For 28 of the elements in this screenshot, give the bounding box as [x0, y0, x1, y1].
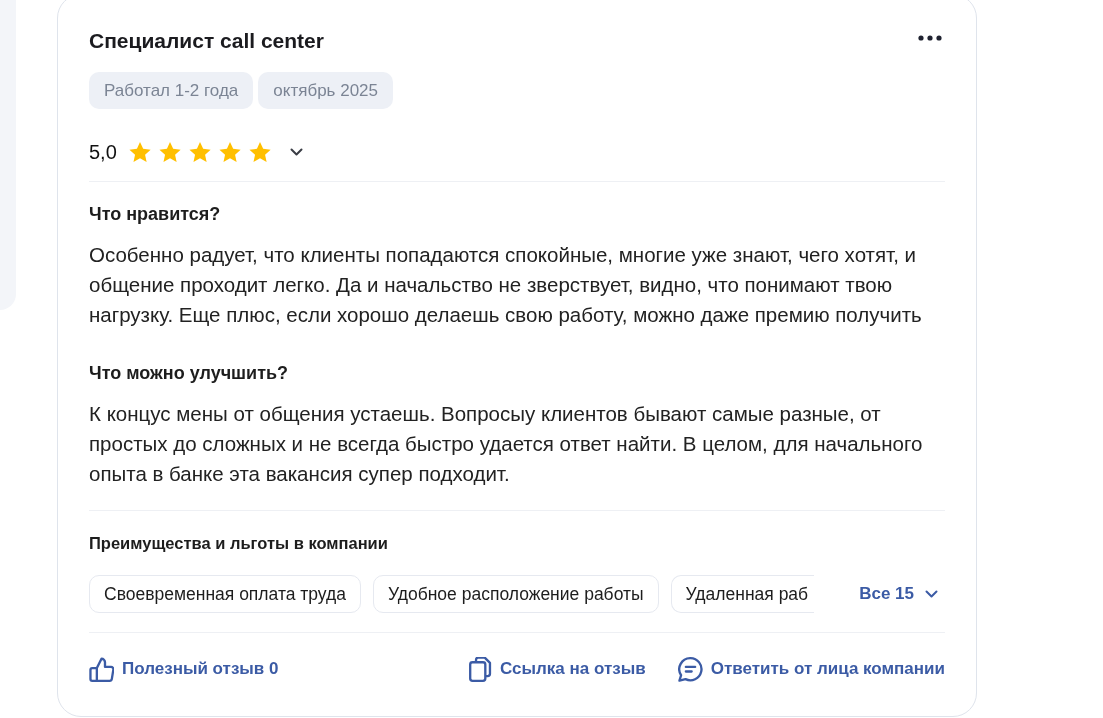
more-icon	[918, 35, 942, 41]
star-icon	[188, 141, 211, 163]
review-tag: Работал 1-2 года	[89, 72, 254, 109]
reply-button[interactable]: Ответить от лица компании	[677, 656, 945, 682]
rating-value: 5,0	[89, 140, 117, 165]
review-title: Специалист call center	[89, 28, 324, 54]
chevron-down-icon	[289, 148, 303, 156]
review-text: К концус мены от общения устаешь. Вопросыу клиентов бывают самые разные, от простых до сложных и не всегда быстро удается ответ найти. В целом, для начального опыта в банке эта вакансия супер подходит.	[89, 401, 924, 487]
benefit-chip: Своевременная оплата труда	[89, 575, 361, 613]
review-text: Особенно радует, что клиенты попадаются спокойные, многие уже знают, чего хотят, и общение проходит легко. Да и начальство не зверствует, видно, что понимают твою нагрузку. Еще плюс, если хорошо делаешь свою работу, можно даже премию получить	[89, 242, 923, 328]
section-heading: Что можно улучшить?	[89, 362, 290, 385]
chevron-down-icon	[925, 590, 938, 598]
thumbs-up-icon	[89, 656, 114, 682]
show-all-button[interactable]: Все 15	[859, 582, 938, 606]
star-icon	[128, 141, 151, 163]
helpful-button[interactable]: Полезный отзыв 0	[89, 656, 279, 682]
star-icon	[158, 141, 181, 163]
benefit-chip: Удаленная раб	[670, 575, 815, 613]
chat-icon	[677, 656, 703, 682]
section-heading: Что нравится?	[89, 203, 222, 226]
star-icon	[218, 141, 241, 163]
copy-link-button[interactable]: Ссылка на отзыв	[467, 656, 646, 682]
review-tag: октябрь 2025	[258, 72, 393, 109]
benefits-heading: Преимущества и льготы в компании	[89, 533, 389, 554]
benefit-chip: Удобное расположение работы	[373, 575, 659, 613]
rating-expand-button[interactable]	[289, 148, 303, 156]
copy-icon	[467, 656, 493, 682]
star-icon	[248, 141, 271, 163]
